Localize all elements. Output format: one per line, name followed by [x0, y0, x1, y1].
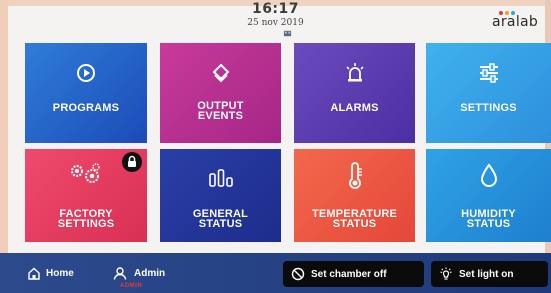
thermometer-icon	[348, 162, 362, 189]
alarms-tile[interactable]: ALARMS	[294, 43, 415, 143]
factory-settings-label-2: SETTINGS	[57, 218, 115, 230]
clock-time: 16:17	[251, 1, 300, 17]
set-light-on-label: Set light on	[459, 268, 514, 280]
general-status-label-2: STATUS	[198, 218, 243, 230]
temperature-status-label-2: STATUS	[332, 218, 377, 230]
clock-date: 25 nov 2019	[247, 18, 304, 28]
aralab-logo: aralab	[492, 14, 539, 30]
admin-label: Admin	[134, 267, 166, 279]
admin-nav-button[interactable]: Admin	[113, 264, 165, 282]
lock-icon	[128, 155, 136, 167]
settings-label: SETTINGS	[460, 102, 517, 114]
alarms-label: ALARMS	[330, 102, 379, 114]
admin-role-tag: ADMIN	[120, 283, 143, 289]
user-icon	[113, 266, 127, 280]
power-off-icon	[291, 267, 305, 281]
humidity-status-tile[interactable]: HUMIDITY STATUS	[426, 149, 551, 242]
programs-tile[interactable]: PROGRAMS	[25, 43, 147, 143]
screen: 16:17 25 nov 2019 aralab PROGRAMS OUTPUT…	[0, 0, 551, 293]
siren-icon	[345, 63, 364, 82]
humidity-status-label-2: STATUS	[466, 218, 511, 230]
set-chamber-off-label: Set chamber off	[311, 268, 387, 280]
light-bulb-icon	[440, 267, 452, 280]
play-circle-icon	[77, 64, 95, 82]
home-icon	[28, 267, 40, 280]
droplet-icon	[480, 163, 497, 187]
bezel-left	[0, 0, 8, 293]
programs-label: PROGRAMS	[52, 102, 120, 114]
gears-icon	[71, 163, 100, 183]
settings-tile[interactable]: SETTINGS	[426, 43, 551, 143]
sliders-icon	[479, 63, 498, 83]
layers-icon	[212, 63, 229, 83]
output-events-tile[interactable]: OUTPUT EVENTS	[160, 43, 281, 143]
usb-icon	[283, 30, 292, 37]
output-events-label-2: EVENTS	[197, 110, 244, 122]
temperature-status-tile[interactable]: TEMPERATURE STATUS	[294, 149, 415, 242]
general-status-tile[interactable]: GENERAL STATUS	[160, 149, 281, 242]
set-light-on-button[interactable]: Set light on	[431, 261, 548, 287]
lock-badge	[122, 152, 142, 172]
set-chamber-off-button[interactable]: Set chamber off	[283, 261, 424, 287]
home-nav-button[interactable]: Home	[27, 264, 74, 282]
bar-chart-icon	[208, 169, 233, 187]
home-label: Home	[46, 267, 74, 279]
